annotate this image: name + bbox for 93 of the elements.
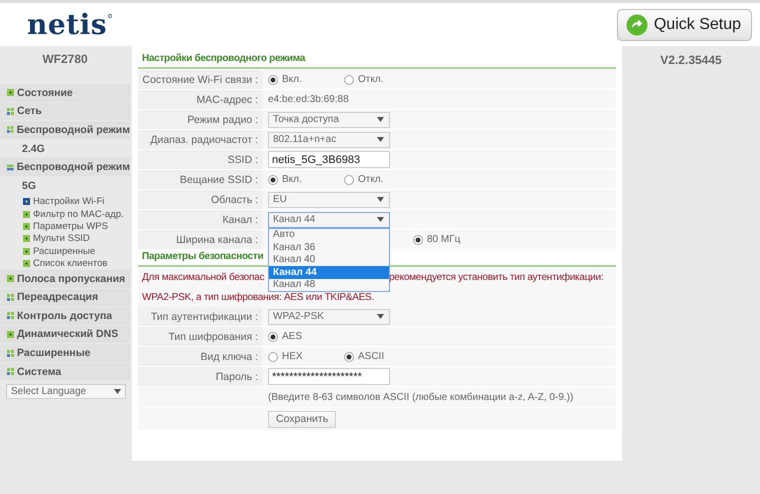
save-button[interactable]: Сохранить — [268, 410, 336, 428]
radio-option[interactable]: ASCII — [344, 351, 420, 362]
quick-setup-button[interactable]: Quick Setup — [616, 8, 752, 40]
submenu-item[interactable]: Параметры WPS — [0, 220, 130, 233]
mac-address: e4:be:ed:3b:69:88 — [268, 94, 349, 105]
menu-item[interactable]: Контроль доступа — [0, 307, 130, 326]
menu-item[interactable]: Сеть — [0, 102, 130, 122]
field-label: Пароль : — [138, 367, 262, 386]
radio-option[interactable]: Откл. — [344, 174, 420, 185]
language-select[interactable]: Select Language — [6, 384, 126, 400]
hint-text: (Введите 8-63 символов ASCII (любые комбинации a-z, A-Z, 0-9.)) — [138, 387, 616, 407]
caret-icon — [377, 217, 384, 222]
input-field[interactable]: netis_5G_3B6983 — [268, 151, 390, 168]
registered-icon — [108, 14, 112, 18]
caret-icon — [114, 389, 121, 394]
grid-icon — [7, 108, 14, 115]
dropdown-option[interactable]: Канал 48 — [269, 278, 389, 291]
caret-icon — [377, 197, 384, 202]
dropdown-option[interactable]: Канал 40 — [269, 254, 389, 266]
grid-icon — [7, 368, 14, 376]
field-label: Ширина канала : — [138, 230, 262, 249]
radio-label: ASCII — [358, 351, 384, 362]
radio-button[interactable] — [268, 174, 278, 184]
radio-label: AES — [282, 331, 302, 342]
radio-button[interactable] — [344, 174, 354, 184]
radio-button[interactable] — [268, 352, 278, 362]
caret-icon — [377, 117, 384, 122]
caret-icon — [377, 137, 384, 142]
radio-label: HEX — [282, 351, 303, 362]
menu-item[interactable]: Переадресация — [0, 288, 130, 308]
field-label: Состояние Wi-Fi связи : — [138, 70, 262, 89]
menu-item[interactable]: 2.4G — [0, 140, 130, 158]
menu-item[interactable]: Беспроводной режим — [0, 121, 130, 140]
grid-icon — [7, 312, 14, 320]
square-icon — [7, 330, 14, 338]
grid-icon — [7, 294, 14, 301]
warning-text: рекомендуется установить тип аутентификации: — [389, 272, 604, 282]
submenu-item[interactable]: Настройки Wi-Fi — [0, 196, 130, 208]
submenu-item[interactable]: Фильтр по MAC-адр. — [0, 208, 130, 220]
warning-text: WPA2-PSK, а тип шифрования: AES или TKIP&AES. — [142, 292, 374, 302]
radio-button[interactable] — [413, 234, 423, 244]
menu-item[interactable]: Расширенные — [0, 344, 130, 363]
menu-item[interactable]: Полоса пропускания — [0, 270, 130, 288]
submenu-item[interactable]: Расширенные — [0, 245, 130, 258]
field-label: Область : — [138, 190, 262, 209]
menu-item[interactable]: Беспроводной режим — [0, 158, 130, 177]
radio-option[interactable]: Вкл. — [268, 74, 344, 85]
field-label: Диапаз. радиочастот : — [138, 130, 262, 149]
square-icon — [7, 275, 14, 282]
radio-button[interactable] — [268, 332, 278, 342]
model-name: WF2780 — [41, 51, 89, 68]
square-icon — [7, 89, 14, 96]
radio-label: Откл. — [358, 74, 384, 85]
field-label: Вещание SSID : — [138, 170, 262, 189]
field-label: Режим радио : — [138, 110, 262, 129]
menu-item[interactable]: 5G — [0, 176, 130, 196]
minus-icon — [7, 164, 14, 171]
dropdown[interactable]: 802.11a+n+ac — [268, 132, 390, 148]
radio-label: 80 МГц — [427, 234, 460, 245]
menu-item[interactable]: Динамический DNS — [0, 326, 130, 344]
field-label: Канал : — [138, 210, 262, 229]
submenu-item[interactable]: Список клиентов — [0, 258, 130, 270]
radio-option[interactable]: AES — [268, 331, 344, 342]
radio-button[interactable] — [344, 352, 354, 362]
field-label: Тип шифрования : — [138, 327, 262, 346]
caret-icon — [377, 314, 384, 319]
grid-icon — [7, 350, 14, 357]
netis-logo: netis — [27, 8, 108, 41]
field-label: MAC-адрес : — [138, 90, 262, 109]
dropdown[interactable]: EU — [268, 192, 390, 208]
field-label: SSID : — [138, 150, 262, 169]
radio-option[interactable]: HEX — [268, 351, 344, 362]
warning-text: Для максимальной безопас — [142, 272, 264, 282]
input-field[interactable]: ********************* — [268, 368, 390, 385]
field-label: Тип аутентификации : — [138, 307, 262, 326]
dropdown-option[interactable]: Авто — [269, 228, 389, 241]
radio-option[interactable]: Вкл. — [268, 174, 344, 185]
submenu-item[interactable]: Мульти SSID — [0, 232, 130, 246]
dropdown-option[interactable]: Канал 44 — [269, 266, 389, 278]
dropdown[interactable]: WPA2-PSK — [268, 308, 390, 324]
radio-label: Вкл. — [282, 174, 302, 185]
radio-label: Откл. — [358, 174, 384, 185]
firmware-version: V2.2.35445 — [659, 52, 723, 69]
radio-option[interactable]: Откл. — [344, 74, 420, 85]
radio-option[interactable]: 80 МГц — [413, 234, 489, 245]
grid-icon — [7, 126, 14, 134]
radio-label: Вкл. — [282, 74, 302, 85]
field-label: Вид ключа : — [138, 347, 262, 366]
radio-button[interactable] — [268, 74, 278, 84]
menu-item[interactable]: Состояние — [0, 84, 130, 103]
dropdown[interactable]: Точка доступа — [268, 112, 390, 128]
radio-button[interactable] — [344, 74, 354, 84]
menu-item[interactable]: Система — [0, 362, 130, 382]
